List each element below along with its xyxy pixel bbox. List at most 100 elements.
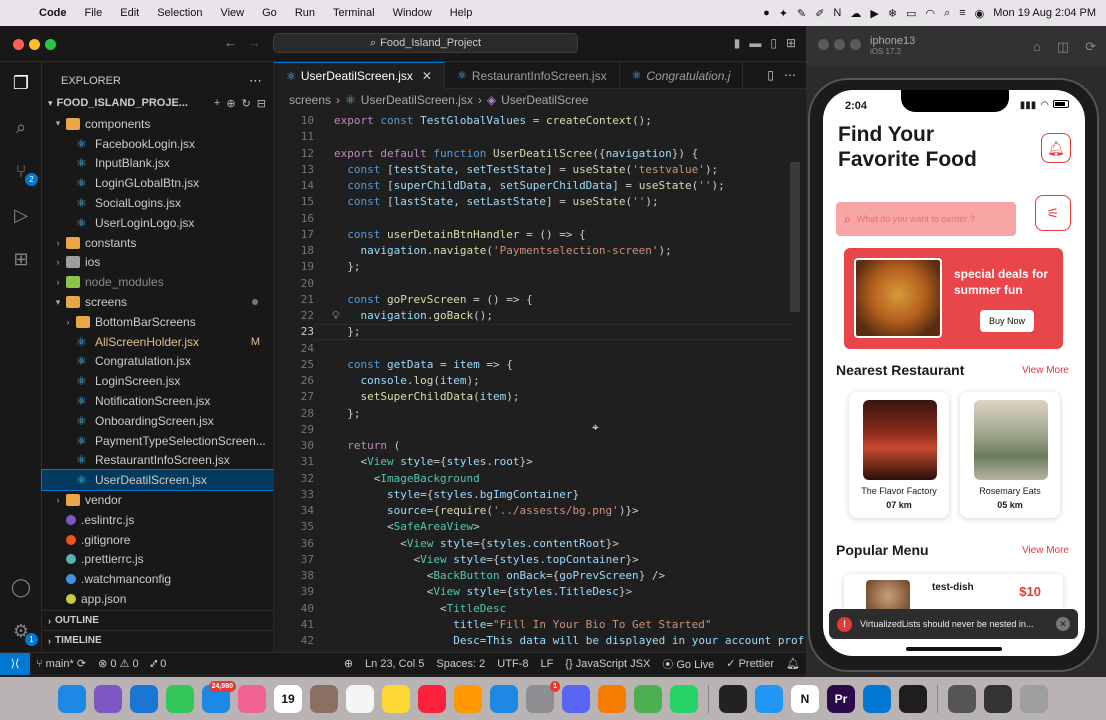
new-folder-icon[interactable]: ⊕ [226,97,235,110]
code-line[interactable]: title="Fill In Your Bio To Get Started" [334,618,711,631]
code-line[interactable]: const [testState, setTestState] = useSta… [334,163,718,176]
home-indicator[interactable] [906,647,1002,651]
nearest-view-more-link[interactable]: View More [1022,365,1069,376]
code-line[interactable]: navigation.goBack(); [334,309,493,322]
folder-icon[interactable] [948,684,976,713]
editor-scrollbar[interactable] [790,162,800,312]
restaurant-card[interactable]: The Flavor Factory 07 km [849,392,949,518]
file-row[interactable]: .prettierrc.js [42,550,274,570]
sim-minimize-button[interactable] [834,39,845,50]
code-line[interactable]: const goPrevScreen = () => { [334,293,532,306]
notification-bell-button[interactable]: 🔔︎ [1041,133,1071,163]
collapse-all-icon[interactable]: ⊟ [257,97,266,110]
premiere-icon[interactable]: Pr [827,684,855,713]
status-app-icon[interactable]: ✦ [779,7,788,20]
folder-row[interactable]: › node_modules [42,272,274,292]
folder-row[interactable]: › BottomBarScreens [42,312,274,332]
toggle-secondary-sidebar-icon[interactable]: ▯ [770,36,777,50]
code-line[interactable]: setSuperChildData(item); [334,390,520,403]
code-line[interactable]: }; [334,407,360,420]
xcode-icon[interactable] [755,684,783,713]
calendar-icon[interactable]: 19 [274,684,302,713]
account-icon[interactable]: ◯ [8,574,34,600]
breadcrumb-folder[interactable]: screens [289,93,331,107]
file-row[interactable]: ⚛ RestaurantInfoScreen.jsx [42,451,274,471]
close-tab-icon[interactable]: ✕ [422,69,432,83]
folder-row[interactable]: › ios [42,253,274,273]
photos-icon[interactable] [238,684,266,713]
menubar-datetime[interactable]: Mon 19 Aug 2:04 PM [993,7,1096,19]
file-row[interactable]: ⚛ LoginScreen.jsx [42,371,274,391]
wifi-icon[interactable]: ◠ [925,7,935,20]
command-center[interactable]: ⌕ Food_Island_Project [273,33,578,53]
folder-row[interactable]: ▾ components [42,114,274,134]
rotate-icon[interactable]: ⟳ [1085,39,1096,55]
whatsapp-icon[interactable] [670,684,698,713]
notion-icon[interactable]: N [791,684,819,713]
file-row[interactable]: ⚛ InputBlank.jsx [42,154,274,174]
file-row[interactable]: ⚛ PaymentTypeSelectionScreen... [42,431,274,451]
go-live-button[interactable]: ⦿ Go Live [656,656,720,672]
code-line[interactable]: return ( [334,439,400,452]
menu-app[interactable]: Code [30,7,76,19]
search-view-icon[interactable]: ⌕ [8,114,34,140]
siri-icon[interactable]: ◉ [975,7,985,20]
lightbulb-icon[interactable]: 💡︎ [332,309,340,323]
problems-indicator[interactable]: ⊗ 0 ⚠ 0 [92,657,145,670]
terminal-icon[interactable] [719,684,747,713]
code-line[interactable]: <BackButton onBack={goPrevScreen} /> [334,569,665,582]
battery-icon[interactable]: ▭ [906,7,916,20]
launchpad-icon[interactable] [94,684,122,713]
code-line[interactable]: navigation.navigate('Paymentselection-sc… [334,244,672,257]
pages-icon[interactable] [454,684,482,713]
extensions-icon[interactable]: ⊞ [8,246,34,272]
file-row[interactable]: app.json [42,589,274,609]
menu-window[interactable]: Window [384,7,441,19]
editor-more-icon[interactable]: ⋯ [784,68,796,82]
cursor-position[interactable]: Ln 23, Col 5 [359,658,430,670]
chrome-icon[interactable] [634,684,662,713]
menu-selection[interactable]: Selection [148,7,211,19]
tab-restaurant-info-screen[interactable]: ⚛ RestaurantInfoScreen.jsx [445,62,620,89]
menu-file[interactable]: File [76,7,112,19]
breadcrumb-file[interactable]: UserDeatilScreen.jsx [361,93,473,107]
tab-congratulation[interactable]: ⚛ Congratulation.j [620,62,744,89]
back-arrow-icon[interactable]: ← [224,35,237,50]
reminders-icon[interactable] [346,684,374,713]
project-folder-header[interactable]: ▾ FOOD_ISLAND_PROJE... + ⊕ ↻ ⊟ [42,92,274,114]
file-row[interactable]: ⚛ SocialLogins.jsx [42,193,274,213]
tab-user-detail-screen[interactable]: ⚛ UserDeatilScreen.jsx ✕ [274,62,445,89]
play-icon[interactable]: ▶ [870,7,878,20]
code-line[interactable]: const [superChildData, setSuperChildData… [334,179,725,192]
zoom-icon[interactable]: ⊕ [338,657,359,670]
file-row[interactable]: ⚛ UserLoginLogo.jsx [42,213,274,233]
code-line[interactable]: console.log(item); [334,374,480,387]
file-row[interactable]: ⚛ FacebookLogin.jsx [42,134,274,154]
sim-close-button[interactable] [818,39,829,50]
pen-icon[interactable]: ✎ [797,7,806,20]
record-icon[interactable]: ● [763,7,770,19]
ports-indicator[interactable]: ⑇ 0 [145,658,173,670]
finder-icon[interactable] [58,684,86,713]
explorer-icon[interactable]: ❐ [8,70,34,96]
code-line[interactable]: Desc=This data will be displayed in your… [334,634,804,647]
home-icon[interactable]: ⌂ [1033,39,1041,55]
toggle-sidebar-icon[interactable]: ▮ [734,36,741,50]
forward-arrow-icon[interactable]: → [248,35,261,50]
file-row[interactable]: ⚛ LoginGLobalBtn.jsx [42,173,274,193]
run-debug-icon[interactable]: ▷ [8,202,34,228]
discord-icon[interactable] [562,684,590,713]
snowflake-icon[interactable]: ❄ [888,7,897,20]
end-of-line[interactable]: LF [534,658,559,670]
desktop-icon[interactable] [984,684,1012,713]
notion-status-icon[interactable]: N [833,7,841,19]
buy-now-button[interactable]: Buy Now [980,310,1034,332]
customize-layout-icon[interactable]: ⊞ [786,36,796,50]
messages-icon[interactable] [166,684,194,713]
code-line[interactable]: <View style={styles.TitleDesc}> [334,585,632,598]
file-row[interactable]: .gitignore [42,530,274,550]
remote-indicator-icon[interactable]: ⟩⟨ [0,652,30,675]
code-line[interactable]: const getData = item => { [334,358,513,371]
screenshot-icon[interactable]: ◫ [1057,39,1069,55]
menu-edit[interactable]: Edit [111,7,148,19]
